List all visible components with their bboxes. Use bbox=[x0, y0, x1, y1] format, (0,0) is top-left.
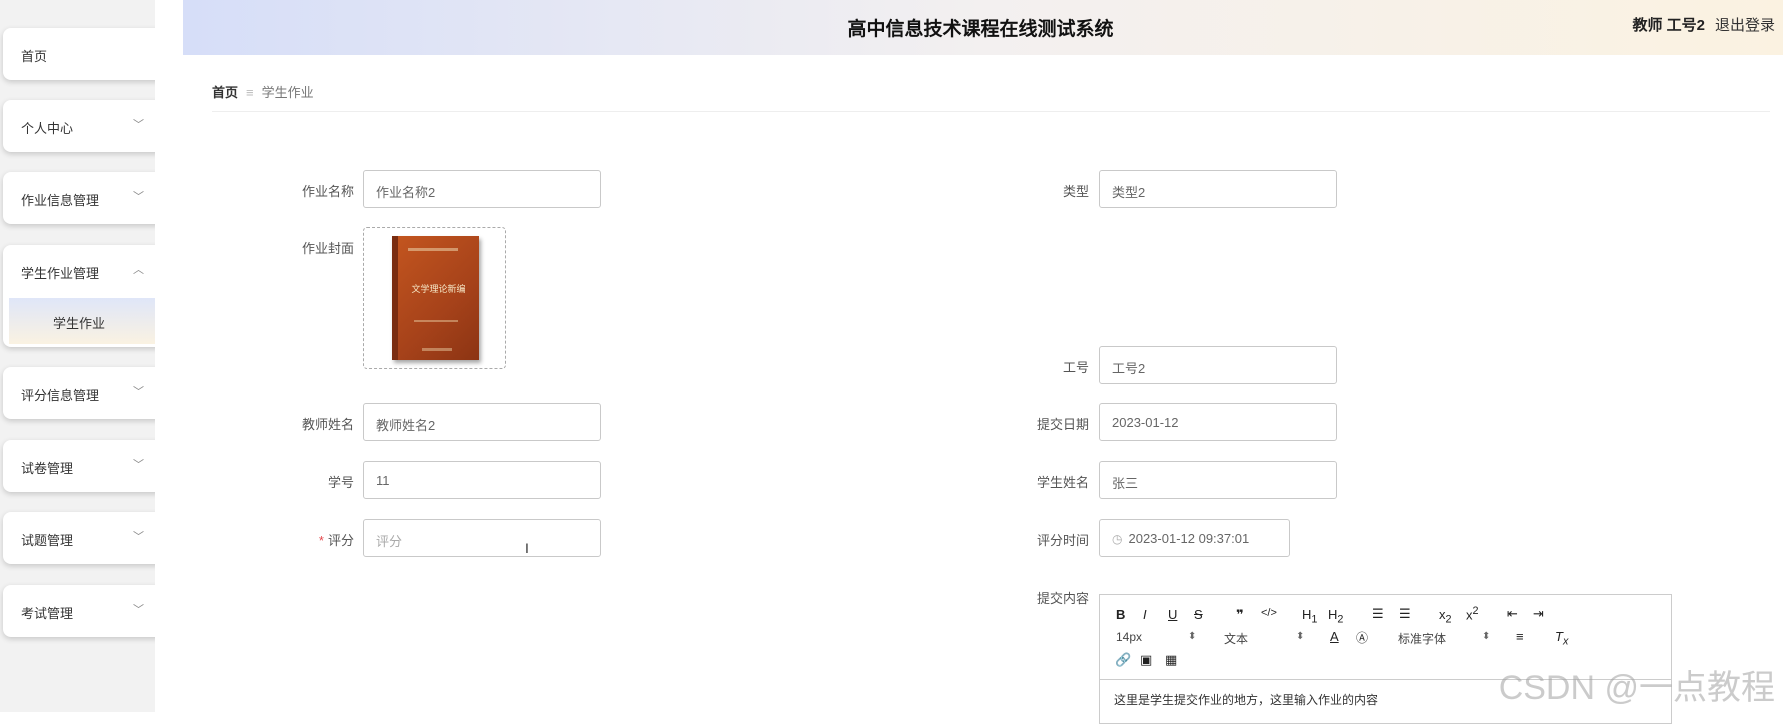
logout-link[interactable]: 退出登录 bbox=[1715, 14, 1775, 35]
sidebar-item-question-mgmt[interactable]: 试题管理 ﹀ bbox=[3, 512, 164, 564]
breadcrumb-home[interactable]: 首页 bbox=[212, 85, 238, 100]
employee-no-input[interactable]: 工号2 bbox=[1099, 346, 1337, 384]
score-time-input[interactable]: ◷ 2023-01-12 09:37:01 bbox=[1099, 519, 1290, 557]
sidebar-item-label: 试卷管理 bbox=[21, 461, 74, 476]
divider bbox=[212, 111, 1770, 112]
breadcrumb-separator: ≡ bbox=[246, 85, 254, 100]
subscript-button[interactable]: x2 bbox=[1439, 607, 1452, 626]
submit-date-input[interactable]: 2023-01-12 bbox=[1099, 403, 1337, 441]
bullet-list-icon[interactable]: ☰ bbox=[1399, 606, 1411, 622]
image-icon[interactable]: ▣ bbox=[1140, 652, 1152, 668]
student-name-input[interactable]: 张三 bbox=[1099, 461, 1337, 499]
font-size-select[interactable]: 14px bbox=[1116, 630, 1142, 644]
background-color-icon[interactable]: Ⓐ bbox=[1356, 629, 1368, 646]
link-icon[interactable]: 🔗 bbox=[1115, 652, 1131, 668]
student-no-input[interactable]: 11 bbox=[363, 461, 601, 499]
ordered-list-icon[interactable]: ☰ bbox=[1372, 606, 1384, 622]
breadcrumb: 首页 ≡ 学生作业 bbox=[212, 82, 314, 101]
chevron-down-icon: ﹀ bbox=[133, 119, 144, 131]
editor-content[interactable]: 这里是学生提交作业的地方，这里输入作业的内容 bbox=[1114, 691, 1378, 708]
homework-cover-label: 作业封面 bbox=[301, 241, 354, 256]
sidebar-item-student-homework-mgmt[interactable]: 学生作业管理 ︿ 学生作业 bbox=[3, 245, 164, 347]
score-label-text: 评分 bbox=[327, 533, 354, 548]
clear-format-icon[interactable]: Tx bbox=[1555, 629, 1568, 648]
chevron-down-icon: ﹀ bbox=[133, 531, 144, 543]
watermark: CSDN @一点教程 bbox=[1498, 669, 1775, 707]
sidebar-item-exam-mgmt[interactable]: 考试管理 ﹀ bbox=[3, 585, 164, 637]
cover-upload[interactable]: 文学理论新编 bbox=[363, 227, 506, 369]
chevron-down-icon: ﹀ bbox=[133, 191, 144, 203]
student-no-label: 学号 bbox=[327, 475, 354, 490]
user-info: 教师 工号2 bbox=[1632, 17, 1705, 34]
teacher-name-label: 教师姓名 bbox=[301, 417, 354, 432]
italic-button[interactable]: I bbox=[1143, 607, 1147, 622]
sidebar-subitem-student-homework[interactable]: 学生作业 bbox=[9, 298, 161, 344]
sidebar-item-paper-mgmt[interactable]: 试卷管理 ﹀ bbox=[3, 440, 164, 492]
sidebar-subitem-label: 学生作业 bbox=[53, 316, 106, 331]
chevron-down-icon: ﹀ bbox=[133, 459, 144, 471]
heading2-button[interactable]: H2 bbox=[1328, 607, 1343, 626]
sidebar-divider bbox=[155, 0, 183, 712]
sidebar-item-label: 评分信息管理 bbox=[21, 388, 100, 403]
chevron-updown-icon: ⬍ bbox=[1188, 631, 1197, 642]
sidebar-item-label: 首页 bbox=[21, 49, 48, 64]
clock-icon: ◷ bbox=[1112, 532, 1123, 546]
sidebar-item-label: 考试管理 bbox=[21, 606, 74, 621]
student-name-label: 学生姓名 bbox=[1036, 475, 1089, 490]
video-icon[interactable]: ▦ bbox=[1165, 652, 1177, 668]
employee-no-label: 工号 bbox=[1062, 360, 1089, 375]
outdent-icon[interactable]: ⇤ bbox=[1507, 606, 1518, 622]
underline-button[interactable]: U bbox=[1168, 607, 1177, 622]
sidebar-item-score-info[interactable]: 评分信息管理 ﹀ bbox=[3, 367, 164, 419]
sidebar-item-label: 学生作业管理 bbox=[21, 266, 100, 281]
chevron-up-icon: ︿ bbox=[133, 264, 144, 276]
score-input[interactable]: 评分 bbox=[363, 519, 601, 557]
type-label: 类型 bbox=[1062, 184, 1089, 199]
cover-book-title: 文学理论新编 bbox=[411, 285, 466, 295]
chevron-updown-icon: ⬍ bbox=[1482, 631, 1491, 642]
superscript-button[interactable]: x2 bbox=[1466, 605, 1479, 622]
sidebar-item-homework-info[interactable]: 作业信息管理 ﹀ bbox=[3, 172, 164, 224]
top-header: 高中信息技术课程在线测试系统 教师 工号2 退出登录 bbox=[183, 0, 1783, 55]
sidebar-item-label: 试题管理 bbox=[21, 533, 74, 548]
format-select[interactable]: 文本 bbox=[1224, 630, 1248, 647]
teacher-name-input[interactable]: 教师姓名2 bbox=[363, 403, 601, 441]
type-input[interactable]: 类型2 bbox=[1099, 170, 1337, 208]
breadcrumb-current: 学生作业 bbox=[261, 85, 314, 100]
code-icon[interactable]: </> bbox=[1261, 607, 1277, 619]
score-time-value: 2023-01-12 09:37:01 bbox=[1128, 531, 1250, 546]
cover-image: 文学理论新编 bbox=[392, 236, 479, 360]
chevron-down-icon: ﹀ bbox=[133, 386, 144, 398]
sidebar-item-label: 作业信息管理 bbox=[21, 193, 100, 208]
app-title: 高中信息技术课程在线测试系统 bbox=[847, 19, 1114, 40]
score-label: * 评分 bbox=[254, 530, 354, 549]
homework-name-input[interactable]: 作业名称2 bbox=[363, 170, 601, 208]
chevron-updown-icon: ⬍ bbox=[1296, 631, 1305, 642]
text-cursor-icon: I bbox=[525, 540, 529, 556]
sidebar: 首页 个人中心 ﹀ 作业信息管理 ﹀ 学生作业管理 ︿ 学生作业 评分信息管理 … bbox=[0, 0, 164, 712]
chevron-down-icon: ﹀ bbox=[133, 604, 144, 616]
align-icon[interactable]: ≡ bbox=[1516, 629, 1524, 644]
sidebar-item-label: 个人中心 bbox=[21, 121, 74, 136]
required-marker: * bbox=[318, 533, 324, 548]
submit-date-label: 提交日期 bbox=[1036, 417, 1089, 432]
sidebar-item-home[interactable]: 首页 bbox=[3, 28, 164, 80]
heading1-button[interactable]: H1 bbox=[1302, 607, 1317, 626]
indent-icon[interactable]: ⇥ bbox=[1533, 606, 1544, 622]
homework-name-label: 作业名称 bbox=[301, 184, 354, 199]
font-family-select[interactable]: 标准字体 bbox=[1398, 630, 1446, 647]
font-color-icon[interactable]: A bbox=[1330, 629, 1339, 644]
sidebar-item-personal-center[interactable]: 个人中心 ﹀ bbox=[3, 100, 164, 152]
content-label: 提交内容 bbox=[1036, 591, 1089, 606]
strike-button[interactable]: S bbox=[1194, 607, 1203, 622]
quote-icon[interactable]: ❞ bbox=[1236, 607, 1244, 623]
bold-button[interactable]: B bbox=[1116, 607, 1125, 622]
score-time-label: 评分时间 bbox=[1036, 533, 1089, 548]
